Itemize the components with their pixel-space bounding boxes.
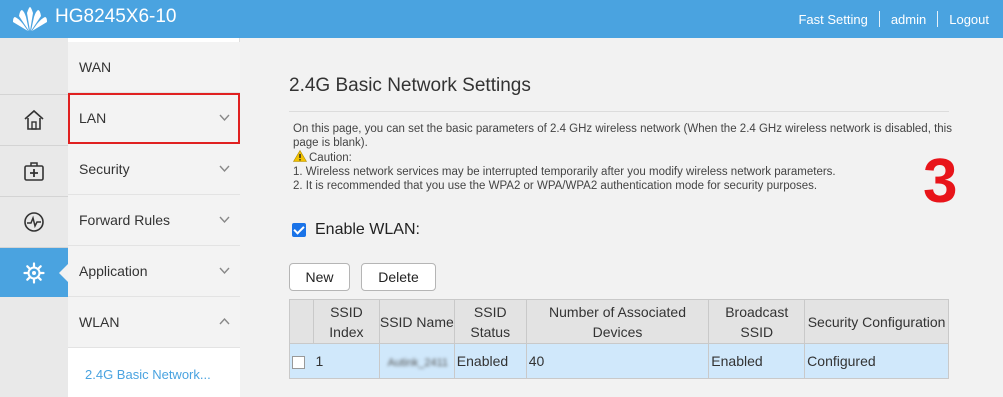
caution-item: 1. Wireless network services may be inte… bbox=[293, 166, 836, 178]
top-bar: HG8245X6-10 Fast Setting admin Logout bbox=[0, 0, 1003, 38]
column-header: Number of Associated Devices bbox=[525, 299, 710, 344]
menu-item-label: LAN bbox=[79, 110, 107, 126]
menu-item-label: Forward Rules bbox=[79, 212, 171, 228]
row-select-cell[interactable] bbox=[289, 343, 314, 379]
new-button[interactable]: New bbox=[289, 263, 350, 291]
icon-rail bbox=[0, 38, 69, 397]
rail-diagnosis[interactable] bbox=[0, 145, 68, 195]
page-description: On this page, you can set the basic para… bbox=[293, 122, 963, 193]
chevron-down-icon bbox=[219, 114, 230, 122]
menu-item-label: Security bbox=[79, 161, 130, 177]
menu-item-security[interactable]: Security bbox=[68, 144, 240, 195]
column-header: SSID Index bbox=[312, 299, 380, 344]
main-content: 2.4G Basic Network Settings On this page… bbox=[240, 38, 1003, 397]
chevron-down-icon bbox=[219, 165, 230, 173]
description-text: On this page, you can set the basic para… bbox=[293, 123, 952, 149]
enable-wlan-label: Enable WLAN: bbox=[315, 221, 420, 238]
chevron-down-icon bbox=[219, 267, 230, 275]
fast-setting-link[interactable]: Fast Setting bbox=[798, 12, 867, 27]
rail-settings[interactable] bbox=[0, 247, 69, 297]
user-name[interactable]: admin bbox=[891, 12, 926, 27]
column-header: SSID Status bbox=[453, 299, 527, 344]
ssid-name-cell: Autink_2411 bbox=[378, 343, 455, 379]
chevron-up-icon bbox=[219, 317, 230, 325]
warning-icon bbox=[293, 150, 307, 162]
submenu-item-label: 2.4G Basic Network... bbox=[85, 367, 211, 382]
ssid-name-text: Autink_2411 bbox=[387, 357, 448, 369]
rail-status[interactable] bbox=[0, 196, 68, 246]
first-aid-kit-icon bbox=[24, 161, 44, 181]
nav-divider bbox=[878, 11, 880, 27]
ssid-status-cell: Enabled bbox=[453, 343, 527, 379]
submenu-item-24g-basic[interactable]: 2.4G Basic Network... bbox=[68, 348, 240, 397]
column-header: Security Configuration bbox=[804, 299, 949, 344]
pulse-monitor-icon bbox=[24, 211, 44, 232]
menu-item-wlan[interactable]: WLAN bbox=[68, 297, 240, 348]
menu-item-wan[interactable]: WAN bbox=[68, 42, 240, 93]
gear-icon bbox=[23, 261, 45, 284]
select-column-header bbox=[289, 299, 314, 344]
logout-link[interactable]: Logout bbox=[949, 12, 989, 27]
menu-item-label: Application bbox=[79, 263, 148, 279]
column-header: SSID Name bbox=[378, 299, 455, 344]
step-marker: 3 bbox=[923, 147, 958, 216]
ssid-index-cell: 1 bbox=[313, 343, 380, 379]
nav-divider bbox=[937, 11, 939, 27]
caution-line: Caution: bbox=[293, 150, 963, 165]
delete-button[interactable]: Delete bbox=[361, 263, 436, 291]
settings-menu: WAN LAN Security Forward Rules Applicati… bbox=[68, 38, 240, 397]
page-title: 2.4G Basic Network Settings bbox=[289, 75, 531, 96]
top-nav: Fast Setting admin Logout bbox=[798, 11, 989, 27]
menu-item-label: WLAN bbox=[79, 314, 120, 330]
associated-devices-cell: 40 bbox=[525, 343, 710, 379]
menu-item-label: WAN bbox=[79, 59, 112, 75]
menu-item-lan[interactable]: LAN bbox=[68, 93, 240, 144]
huawei-logo-icon bbox=[13, 7, 47, 31]
home-icon bbox=[24, 109, 44, 130]
row-checkbox[interactable] bbox=[292, 355, 305, 369]
menu-item-forward-rules[interactable]: Forward Rules bbox=[68, 195, 240, 246]
chevron-down-icon bbox=[219, 216, 230, 224]
enable-wlan-row: Enable WLAN: bbox=[292, 221, 420, 239]
column-header: Broadcast SSID bbox=[708, 299, 806, 344]
ssid-table: SSID Index SSID Name SSID Status Number … bbox=[289, 299, 949, 379]
caution-label: Caution: bbox=[309, 152, 352, 164]
security-config-cell: Configured bbox=[804, 343, 949, 379]
broadcast-ssid-cell: Enabled bbox=[708, 343, 806, 379]
table-header-row: SSID Index SSID Name SSID Status Number … bbox=[289, 299, 949, 344]
device-model: HG8245X6-10 bbox=[55, 6, 177, 27]
rail-home[interactable] bbox=[0, 94, 68, 144]
title-divider bbox=[289, 111, 949, 112]
enable-wlan-checkbox[interactable] bbox=[292, 223, 306, 237]
table-row[interactable]: 1 Autink_2411 Enabled 40 Enabled Configu… bbox=[289, 343, 949, 379]
caution-item: 2. It is recommended that you use the WP… bbox=[293, 180, 818, 192]
menu-item-application[interactable]: Application bbox=[68, 246, 240, 297]
